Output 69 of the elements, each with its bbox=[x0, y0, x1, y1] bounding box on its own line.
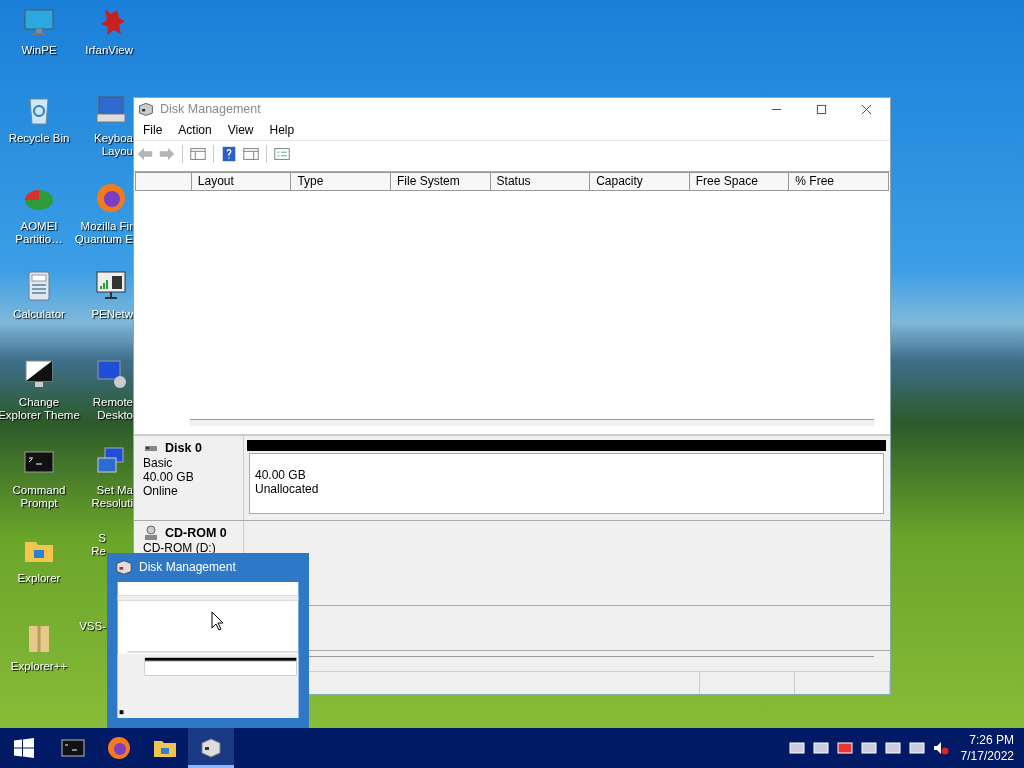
help-icon[interactable] bbox=[220, 145, 238, 163]
column-header[interactable]: % Free bbox=[788, 173, 888, 190]
disk-name: CD-ROM 0 bbox=[165, 526, 227, 540]
maximize-icon[interactable] bbox=[816, 103, 827, 115]
console-icon bbox=[61, 736, 85, 760]
desktop-icon-label[interactable]: Explorer Theme bbox=[0, 409, 80, 422]
panel-icon[interactable] bbox=[242, 145, 260, 163]
fox-globe-icon bbox=[107, 736, 131, 760]
column-header[interactable]: Type bbox=[290, 173, 390, 190]
mouse-cursor-icon bbox=[211, 611, 223, 631]
monitor-icon bbox=[23, 358, 55, 390]
menu-item[interactable]: Action bbox=[178, 123, 212, 137]
desktop-icon-label[interactable]: IrfanView bbox=[85, 44, 133, 57]
window-title: Disk Management bbox=[160, 102, 261, 116]
fox-globe-icon bbox=[95, 182, 127, 214]
signal-monitor-icon bbox=[95, 270, 127, 302]
desktop-icon-label[interactable]: Layou bbox=[101, 145, 133, 158]
column-header[interactable]: Capacity bbox=[589, 173, 689, 190]
desktop-icon-label[interactable]: Explorer++ bbox=[10, 660, 68, 673]
drive-icon bbox=[138, 101, 154, 117]
desktop-icon-label[interactable]: Explorer bbox=[17, 572, 61, 585]
desktop-icon-label[interactable]: Change bbox=[18, 396, 60, 409]
desktop-icon-label[interactable]: AOMEI bbox=[20, 220, 58, 233]
desktop-icon-label[interactable]: WinPE bbox=[21, 44, 57, 57]
disk-name: Disk 0 bbox=[165, 441, 202, 455]
disc-drive-icon bbox=[143, 525, 159, 541]
desktop-icon-label[interactable]: S bbox=[98, 532, 106, 545]
column-header[interactable]: File System bbox=[390, 173, 490, 190]
menu-item[interactable]: File bbox=[143, 123, 163, 137]
desktop-icon-label[interactable]: Recycle Bin bbox=[8, 132, 70, 145]
taskbar-app-button[interactable] bbox=[188, 728, 234, 768]
desktop-icon-label[interactable]: Keyboa bbox=[94, 132, 133, 145]
menu-item[interactable]: Help bbox=[269, 123, 295, 137]
disk-detail: 40.00 GB bbox=[143, 470, 195, 484]
scrollbar[interactable] bbox=[190, 419, 874, 426]
muted-speaker-icon[interactable] bbox=[932, 740, 949, 756]
panel-icon[interactable] bbox=[189, 145, 207, 163]
desktop-icon-label[interactable]: Remote bbox=[92, 396, 133, 409]
desktop-icon-label[interactable]: Deskto bbox=[97, 409, 133, 422]
clock-time[interactable]: 7:26 PM bbox=[969, 732, 1014, 748]
column-header[interactable]: Layout bbox=[190, 173, 291, 190]
windows-logo-icon[interactable] bbox=[14, 738, 34, 758]
disk-detail: Basic bbox=[143, 456, 174, 470]
desktop-icon-label[interactable]: PENetw bbox=[91, 308, 133, 321]
checklist-icon[interactable] bbox=[273, 145, 291, 163]
thumbnail-title: Disk Management bbox=[139, 560, 236, 574]
partition-size: 40.00 GB bbox=[255, 468, 307, 482]
column-header[interactable]: Status bbox=[489, 173, 590, 190]
disk-detail: Online bbox=[143, 484, 179, 498]
desktop-icon-label[interactable]: Resoluti bbox=[91, 497, 133, 510]
desktop-icon-label[interactable]: Mozilla Fir bbox=[80, 220, 133, 233]
taskbar-preview-tooltip[interactable]: Disk Management bbox=[107, 553, 309, 728]
clock-date[interactable]: 7/17/2022 bbox=[960, 748, 1014, 764]
drive-icon bbox=[115, 558, 133, 576]
desktop-icon-label[interactable]: VSS- bbox=[79, 620, 106, 633]
menu-item[interactable]: View bbox=[227, 123, 254, 137]
desktop-icon-label[interactable]: Quantum E bbox=[74, 233, 133, 246]
column-header[interactable]: Free Space bbox=[688, 173, 789, 190]
desktop-icon-label[interactable]: Set Ma bbox=[96, 484, 133, 497]
desktop-icon-label[interactable]: Prompt bbox=[20, 497, 58, 510]
keyboard-icon bbox=[95, 94, 127, 126]
desktop-icon-label[interactable]: Command bbox=[12, 484, 66, 497]
partition-status: Unallocated bbox=[255, 482, 320, 496]
monitor-icon bbox=[23, 6, 55, 38]
close-icon[interactable] bbox=[861, 103, 872, 115]
monitor-icon bbox=[95, 358, 127, 390]
desktop-icon-label[interactable]: Calculator bbox=[13, 308, 65, 321]
desktop-icon-label[interactable]: Re bbox=[91, 545, 106, 558]
desktop-icon-label[interactable]: Partitio… bbox=[15, 233, 63, 246]
